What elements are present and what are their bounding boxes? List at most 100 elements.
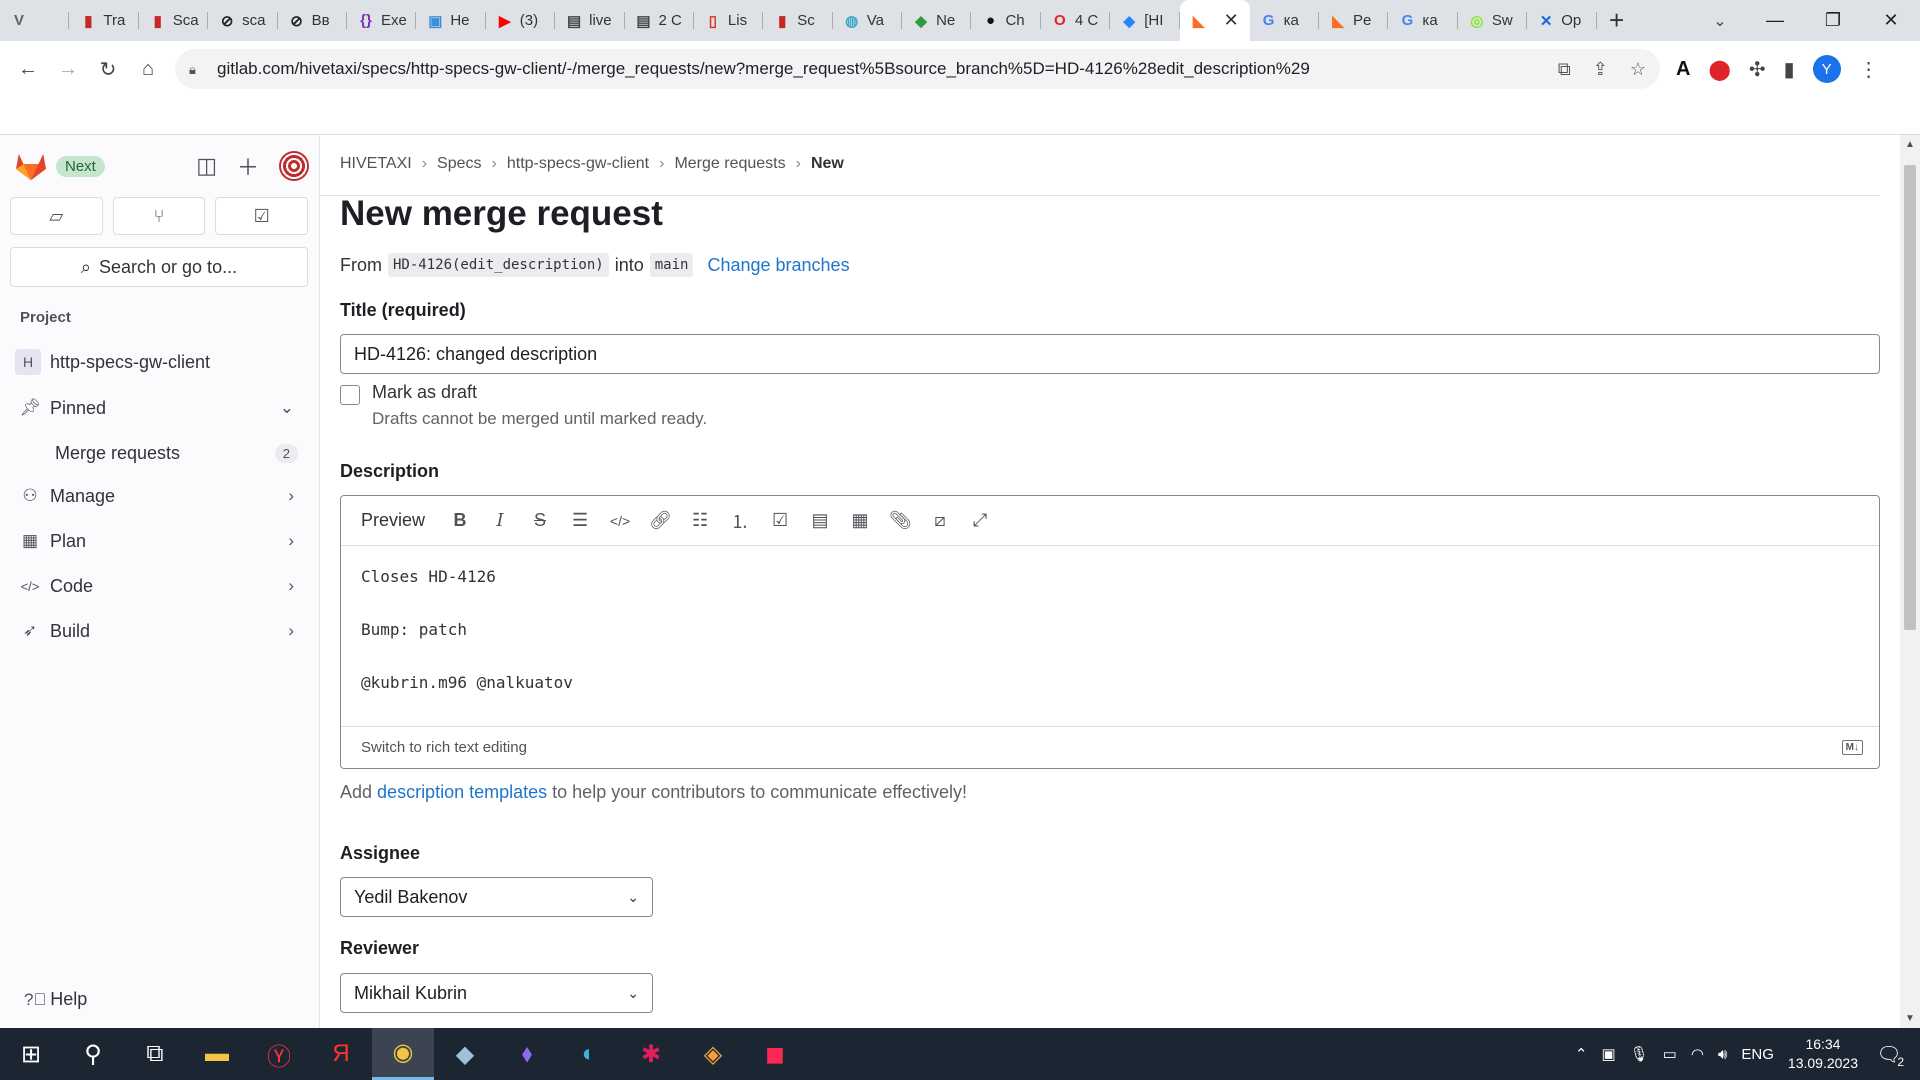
browser-tab[interactable]: ▣ He xyxy=(416,0,486,41)
mark-as-draft-label[interactable]: Mark as draft xyxy=(372,382,707,403)
scrollbar-thumb[interactable] xyxy=(1904,165,1916,630)
sidebar-item-project[interactable]: H http-specs-gw-client xyxy=(10,342,308,382)
side-panel-icon[interactable]: ▮ xyxy=(1784,57,1795,82)
browser-tab[interactable]: ⊘ sca xyxy=(208,0,278,41)
tab-search-chevron-icon[interactable]: ⌄ xyxy=(1700,0,1740,41)
browser-tab[interactable]: ⊘ Вв xyxy=(278,0,347,41)
change-branches-link[interactable]: Change branches xyxy=(707,255,849,276)
breadcrumb-item[interactable]: http-specs-gw-client xyxy=(507,155,649,173)
microphone-icon[interactable]: 🎙︎ xyxy=(1630,1045,1649,1063)
edge-icon[interactable]: ◐ xyxy=(558,1028,620,1080)
bookmark-star-icon[interactable]: ☆ xyxy=(1630,59,1646,80)
link-icon[interactable]: 🔗︎ xyxy=(649,510,672,531)
extension-opera-icon[interactable]: ⬤ xyxy=(1708,57,1730,82)
clock[interactable]: 16:34 13.09.2023 xyxy=(1788,1035,1858,1073)
browser-tab[interactable]: ▤ live xyxy=(555,0,625,41)
browser-tab[interactable]: ▶ (3) xyxy=(486,0,556,41)
browser-tab[interactable]: ✕ Op xyxy=(1527,0,1597,41)
yandex-browser-icon[interactable]: Ⓨ xyxy=(248,1028,310,1080)
sidebar-item-plan[interactable]: ▦ Plan › xyxy=(10,521,308,561)
breadcrumb-item[interactable]: New xyxy=(811,155,844,173)
gitlab-logo-icon[interactable] xyxy=(14,151,48,181)
browser-tab[interactable]: ◣ Pe xyxy=(1319,0,1389,41)
breadcrumb-item[interactable]: Specs xyxy=(437,155,481,173)
lock-icon[interactable]: 🔒︎ xyxy=(189,62,203,77)
strikethrough-icon[interactable]: S xyxy=(529,510,551,531)
sidebar-item-code[interactable]: </> Code › xyxy=(10,566,308,606)
fullscreen-icon[interactable]: ⤢ xyxy=(969,510,991,531)
forward-button[interactable]: → xyxy=(48,49,88,89)
help-button[interactable]: ?⃝ Help xyxy=(24,989,87,1010)
browser-tab[interactable]: O 4 С xyxy=(1041,0,1111,41)
bulleted-list-icon[interactable]: ☷ xyxy=(689,510,711,531)
search-button[interactable]: ⌕ Search or go to... xyxy=(10,247,308,287)
browser-tab[interactable]: Gка xyxy=(1250,0,1320,41)
preview-tab[interactable]: Preview xyxy=(361,510,425,531)
italic-icon[interactable]: I xyxy=(489,510,511,531)
scroll-up-arrow-icon[interactable]: ▲ xyxy=(1905,139,1915,150)
bold-icon[interactable]: B xyxy=(449,510,471,531)
browser-tab[interactable]: Gка xyxy=(1388,0,1458,41)
restore-button[interactable]: ❐ xyxy=(1804,0,1862,41)
translate-icon[interactable]: ⧉ xyxy=(1558,59,1571,80)
sidebar-item-manage[interactable]: ⚇ Manage › xyxy=(10,476,308,516)
attach-file-icon[interactable]: 📎︎ xyxy=(889,510,912,531)
browser-tab[interactable]: ● Ch xyxy=(971,0,1041,41)
address-bar[interactable]: 🔒︎ gitlab.com/hivetaxi/specs/http-specs-… xyxy=(175,49,1660,89)
notifications-button[interactable]: 🗨︎ 2 xyxy=(1872,1037,1906,1071)
browser-tab[interactable]: ▮ Sca xyxy=(139,0,209,41)
obsidian-icon[interactable]: ⬧ xyxy=(496,1028,558,1080)
browser-tab[interactable]: ◎ Sw xyxy=(1458,0,1528,41)
reload-button[interactable]: ↻ xyxy=(88,49,128,89)
browser-menu-icon[interactable]: ⋮ xyxy=(1859,57,1879,82)
collapse-sidebar-icon[interactable]: ◫ xyxy=(196,153,217,179)
battery-icon[interactable]: ▭ xyxy=(1663,1045,1677,1063)
minimize-button[interactable]: — xyxy=(1746,0,1804,41)
browser-tab[interactable]: ▤ 2 С xyxy=(625,0,694,41)
create-new-icon[interactable]: ＋ xyxy=(237,150,259,182)
mark-as-draft-checkbox[interactable] xyxy=(340,385,360,405)
task-view-icon[interactable]: ⧉ xyxy=(124,1028,186,1080)
browser-tab[interactable]: ◍ Va xyxy=(833,0,903,41)
sidebar-item-build[interactable]: ➶ Build › xyxy=(10,611,308,651)
close-window-button[interactable]: ✕ xyxy=(1862,0,1920,41)
notes-app-icon[interactable]: ◆ xyxy=(434,1028,496,1080)
profile-avatar[interactable]: Y xyxy=(1812,55,1841,83)
sidebar-item-merge-requests[interactable]: Merge requests 2 xyxy=(10,433,308,473)
browser-tab[interactable]: {} Exe xyxy=(347,0,417,41)
browser-tab[interactable]: V xyxy=(0,0,70,41)
share-icon[interactable]: ⇪ xyxy=(1593,59,1608,80)
title-input[interactable]: HD-4126: changed description xyxy=(340,334,1880,374)
next-badge[interactable]: Next xyxy=(56,155,105,177)
slash-command-icon[interactable]: ⧄ xyxy=(929,510,951,531)
description-textarea[interactable]: Closes HD-4126 Bump: patch @kubrin.m96 @… xyxy=(341,546,1879,726)
home-button[interactable]: ⌂ xyxy=(128,49,168,89)
git-tool-icon[interactable]: ◈ xyxy=(682,1028,744,1080)
reviewer-dropdown[interactable]: Mikhail Kubrin ⌄ xyxy=(340,973,653,1013)
close-tab-icon[interactable]: ✕ xyxy=(1224,10,1239,31)
search-icon[interactable]: ⚲ xyxy=(62,1028,124,1080)
chrome-icon[interactable]: ◉ xyxy=(372,1028,434,1080)
camera-icon[interactable]: ▣ xyxy=(1601,1045,1615,1063)
breadcrumb-item[interactable]: Merge requests xyxy=(674,155,785,173)
slack-icon[interactable]: ✱ xyxy=(620,1028,682,1080)
task-list-icon[interactable]: ☑ xyxy=(769,510,791,531)
code-icon[interactable]: </> xyxy=(609,513,631,529)
back-button[interactable]: ← xyxy=(8,49,48,89)
breadcrumb-item[interactable]: HIVETAXI xyxy=(340,155,412,173)
browser-tab[interactable]: ◣ ✕ xyxy=(1179,0,1250,41)
quote-icon[interactable]: ☰ xyxy=(569,510,591,531)
browser-tab[interactable]: ◆ Ne xyxy=(902,0,972,41)
issues-tab[interactable]: ▱ xyxy=(10,197,103,235)
extension-a-icon[interactable]: A xyxy=(1676,58,1690,81)
tray-expand-icon[interactable]: ⌃ xyxy=(1575,1045,1588,1063)
switch-rich-text-button[interactable]: Switch to rich text editing xyxy=(361,739,527,756)
collapsible-section-icon[interactable]: ▤ xyxy=(809,510,831,531)
browser-tab[interactable]: ◆ [HI xyxy=(1110,0,1180,41)
table-icon[interactable]: ▦ xyxy=(849,510,871,531)
wifi-icon[interactable]: ◠ xyxy=(1691,1045,1704,1063)
yandex-icon[interactable]: Я xyxy=(310,1028,372,1080)
sidebar-item-pinned[interactable]: 📌︎ Pinned ⌄ xyxy=(10,388,308,428)
numbered-list-icon[interactable]: ⒈ xyxy=(729,508,751,534)
intellij-icon[interactable]: ◼ xyxy=(744,1028,806,1080)
